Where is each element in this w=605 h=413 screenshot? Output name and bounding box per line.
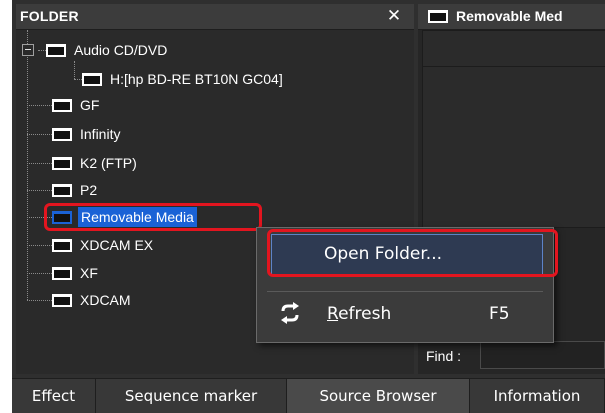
source-browser-header: Removable Med	[418, 4, 605, 30]
tree-connector-line	[74, 61, 75, 79]
refresh-label-rest: efresh	[338, 304, 392, 324]
tree-item-label: Infinity	[80, 126, 121, 142]
tree-item-label: XF	[80, 265, 98, 281]
tree-connector-line	[27, 300, 52, 301]
tab-source-browser[interactable]: Source Browser	[287, 379, 470, 413]
folder-icon	[428, 10, 448, 23]
refresh-shortcut: F5	[489, 304, 510, 324]
tab-effect[interactable]: Effect	[12, 379, 96, 413]
tree-item-label: Audio CD/DVD	[74, 42, 168, 58]
folder-icon	[52, 128, 72, 141]
clip-list-row	[422, 30, 605, 68]
highlight-box-removable-media	[44, 203, 262, 231]
refresh-menu-item[interactable]: Refresh F5	[263, 294, 545, 334]
folder-panel-header: FOLDER ✕	[16, 4, 414, 30]
tree-connector-line	[27, 105, 52, 106]
bottom-tab-bar: Effect Sequence marker Source Browser In…	[12, 378, 605, 413]
find-label: Find :	[426, 348, 462, 364]
source-browser-title: Removable Med	[456, 8, 563, 24]
find-input[interactable]	[480, 341, 605, 369]
clip-list-area[interactable]	[422, 66, 605, 228]
tab-information[interactable]: Information	[470, 379, 605, 413]
refresh-label: Refresh	[327, 304, 391, 324]
tree-item-label: XDCAM	[80, 292, 131, 308]
tree-connector-line	[27, 30, 28, 300]
tree-connector-line	[27, 245, 52, 246]
collapse-toggle[interactable]	[22, 44, 34, 56]
tree-item-label: GF	[80, 97, 100, 113]
close-icon[interactable]: ✕	[384, 6, 404, 26]
highlight-box-open-folder	[267, 229, 558, 277]
folder-icon	[52, 99, 72, 112]
tree-connector-line	[27, 273, 52, 274]
folder-icon	[52, 294, 72, 307]
tree-item-label: K2 (FTP)	[80, 155, 137, 171]
tree-item-label: XDCAM EX	[80, 237, 154, 253]
drive-icon	[82, 73, 102, 86]
folder-icon	[52, 157, 72, 170]
tree-connector-line	[27, 163, 52, 164]
folder-panel-title: FOLDER	[20, 8, 79, 24]
refresh-icon	[281, 302, 299, 324]
refresh-mnemonic: R	[327, 304, 339, 324]
folder-icon	[52, 184, 72, 197]
tab-sequence-marker[interactable]: Sequence marker	[96, 379, 287, 413]
menu-separator	[267, 291, 543, 292]
application-window: FOLDER ✕ Audio CD/DVD H:[hp BD-RE BT10N …	[12, 0, 605, 413]
tree-connector-line	[27, 134, 52, 135]
folder-icon	[46, 44, 66, 57]
folder-icon	[52, 239, 72, 252]
tree-connector-line	[27, 190, 52, 191]
tree-item-label: H:[hp BD-RE BT10N GC04]	[110, 71, 283, 87]
folder-icon	[52, 267, 72, 280]
tree-item-label: P2	[80, 182, 98, 198]
